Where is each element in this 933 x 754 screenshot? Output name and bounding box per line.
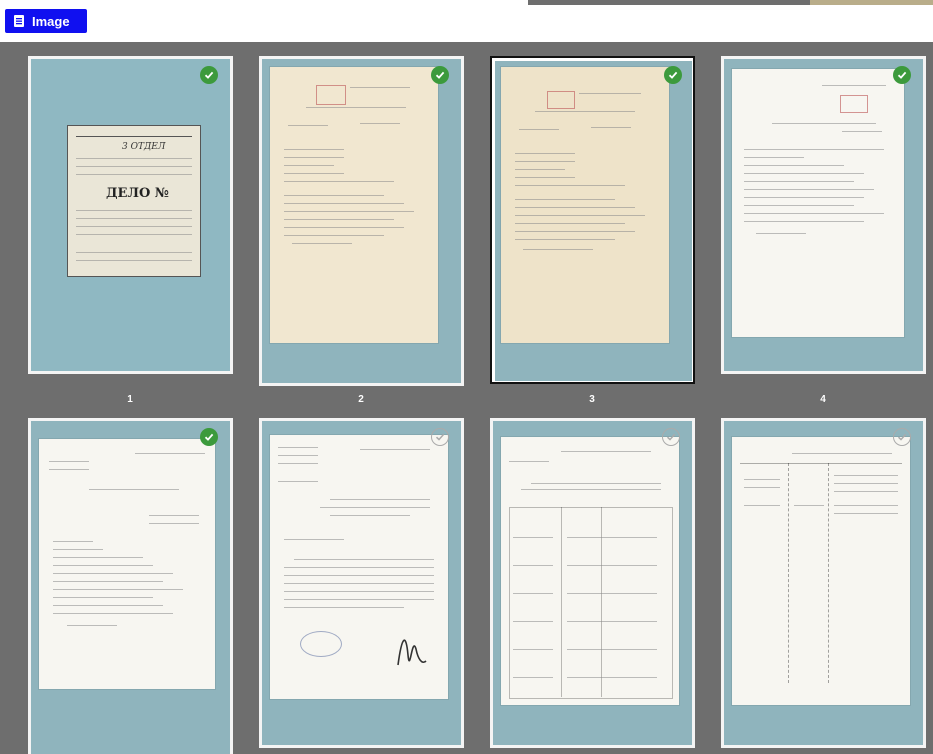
checked-icon[interactable]	[431, 66, 449, 84]
thumbnail-image	[262, 59, 461, 383]
image-button-label: Image	[32, 13, 70, 29]
thumbnail-card-7[interactable]	[490, 418, 695, 748]
document-page	[270, 435, 448, 699]
thumbnail-card-3[interactable]: 3	[490, 56, 695, 405]
thumbnail-label: 1	[127, 394, 133, 405]
checked-icon[interactable]	[664, 66, 682, 84]
thumbnail-card-4[interactable]: 4	[721, 56, 926, 405]
thumbnail-card-1[interactable]: 3 ОТДЕЛ ДЕЛО № 1	[28, 56, 233, 405]
folder-header: 3 ОТДЕЛ	[122, 142, 166, 152]
top-toolbar: Image	[0, 0, 933, 42]
document-page	[732, 437, 910, 705]
thumbnail-image	[495, 61, 692, 381]
unchecked-icon[interactable]	[431, 428, 449, 446]
document-page	[732, 69, 904, 337]
document-page	[39, 439, 215, 689]
document-page	[270, 67, 438, 343]
thumbnail-card-5[interactable]	[28, 418, 233, 754]
image-button[interactable]: Image	[5, 9, 87, 33]
checked-icon[interactable]	[200, 428, 218, 446]
document-icon	[13, 15, 25, 27]
thumbnail-gallery: 3 ОТДЕЛ ДЕЛО № 1 2 3 4	[0, 42, 933, 754]
thumbnail-card-8[interactable]	[721, 418, 926, 748]
thumbnail-image	[493, 421, 692, 745]
thumbnail-card-6[interactable]	[259, 418, 464, 748]
thumbnail-label: 2	[358, 394, 364, 405]
viewer-edge-image	[810, 0, 933, 5]
checked-icon[interactable]	[200, 66, 218, 84]
unchecked-icon[interactable]	[893, 428, 911, 446]
folder-label: 3 ОТДЕЛ ДЕЛО №	[67, 125, 201, 277]
thumbnail-image	[724, 59, 923, 371]
checked-icon[interactable]	[893, 66, 911, 84]
document-page	[501, 437, 679, 705]
thumbnail-card-2[interactable]: 2	[259, 56, 464, 405]
document-page	[501, 67, 669, 343]
viewer-edge	[528, 0, 828, 5]
thumbnail-image: 3 ОТДЕЛ ДЕЛО №	[31, 59, 230, 371]
thumbnail-image	[31, 421, 230, 754]
thumbnail-label: 4	[820, 394, 826, 405]
thumbnail-label: 3	[589, 394, 595, 405]
unchecked-icon[interactable]	[662, 428, 680, 446]
thumbnail-image	[262, 421, 461, 745]
folder-title: ДЕЛО №	[106, 186, 169, 201]
thumbnail-image	[724, 421, 923, 745]
